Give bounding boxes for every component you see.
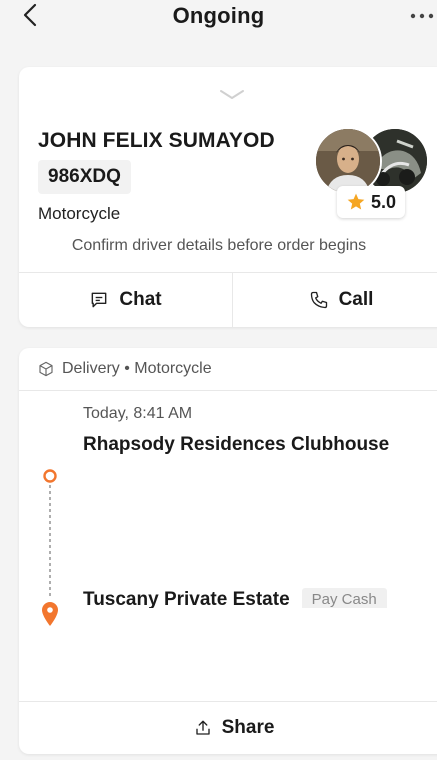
vehicle-type: Motorcycle <box>38 204 121 223</box>
phone-icon <box>310 291 327 308</box>
delivery-card: Delivery • Motorcycle Today, 8:41 AM Rha… <box>19 348 437 754</box>
driver-actions: Chat Call <box>19 272 437 327</box>
plate-number: 986XDQ <box>38 160 131 194</box>
chat-button[interactable]: Chat <box>19 272 232 327</box>
share-button[interactable]: Share <box>19 701 437 754</box>
pickup-time: Today, 8:41 AM <box>83 405 193 422</box>
call-button[interactable]: Call <box>233 272 437 327</box>
chat-label: Chat <box>119 288 162 310</box>
share-icon <box>195 720 210 735</box>
pickup-location: Rhapsody Residences Clubhouse <box>83 434 390 455</box>
chat-icon <box>92 292 107 307</box>
chevron-down-icon[interactable] <box>218 87 246 101</box>
top-bar: Ongoing <box>0 0 437 34</box>
package-icon <box>39 361 53 377</box>
rating-badge: 5.0 <box>337 186 405 218</box>
service-header: Delivery • Motorcycle <box>38 360 212 378</box>
confirm-text: Confirm driver details before order begi… <box>71 237 367 254</box>
page-title: Ongoing <box>172 3 265 28</box>
pickup-marker-icon <box>43 469 57 483</box>
payment-badge: Pay Cash <box>301 588 387 608</box>
call-label: Call <box>338 288 374 310</box>
dropoff-pin-icon <box>42 602 58 626</box>
driver-card: JOHN FELIX SUMAYOD 986XDQ Motorcycle 5.0 <box>19 67 437 327</box>
more-horizontal-icon[interactable] <box>407 6 437 26</box>
dropoff-location: Tuscany Private Estate <box>83 589 290 608</box>
route-line <box>42 469 58 626</box>
driver-name: JOHN FELIX SUMAYOD <box>38 129 275 152</box>
rating-value: 5.0 <box>370 191 397 212</box>
service-label: Delivery • Motorcycle <box>62 360 212 377</box>
star-icon <box>347 193 365 210</box>
dropoff-row: Tuscany Private Estate Pay Cash <box>83 588 437 608</box>
share-label: Share <box>221 716 275 738</box>
driver-avatar[interactable] <box>314 127 382 195</box>
divider <box>19 390 437 391</box>
